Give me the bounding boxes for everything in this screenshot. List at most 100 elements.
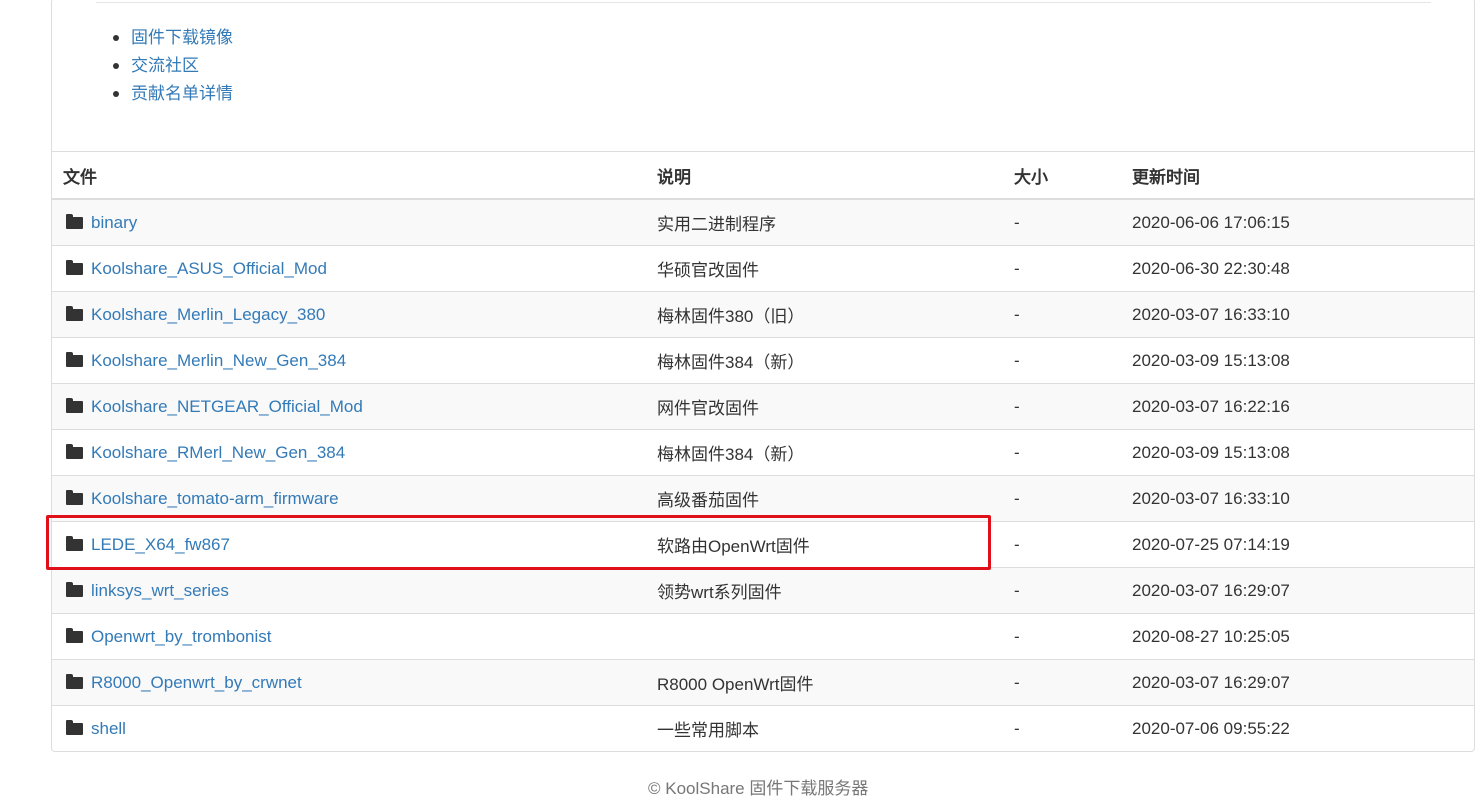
file-cell: shell bbox=[52, 705, 646, 751]
link-contributors[interactable]: 贡献名单详情 bbox=[131, 84, 233, 103]
description-cell bbox=[646, 613, 1003, 660]
file-cell: Koolshare_Merlin_Legacy_380 bbox=[52, 291, 646, 338]
description-cell: 领势wrt系列固件 bbox=[646, 567, 1003, 614]
file-cell: Koolshare_Merlin_New_Gen_384 bbox=[52, 337, 646, 384]
file-link[interactable]: linksys_wrt_series bbox=[91, 581, 229, 600]
folder-icon bbox=[66, 443, 83, 459]
header-size[interactable]: 大小 bbox=[1003, 151, 1121, 200]
size-cell: - bbox=[1003, 429, 1121, 476]
file-link[interactable]: binary bbox=[91, 213, 137, 232]
file-cell: LEDE_X64_fw867 bbox=[52, 521, 646, 568]
divider bbox=[96, 2, 1431, 3]
file-cell: R8000_Openwrt_by_crwnet bbox=[52, 659, 646, 706]
file-cell: Koolshare_NETGEAR_Official_Mod bbox=[52, 383, 646, 430]
updated-cell: 2020-06-30 22:30:48 bbox=[1121, 245, 1474, 292]
folder-icon bbox=[66, 397, 83, 413]
folder-icon bbox=[66, 305, 83, 321]
file-link[interactable]: LEDE_X64_fw867 bbox=[91, 535, 230, 554]
folder-icon bbox=[66, 213, 83, 229]
file-link[interactable]: Koolshare_NETGEAR_Official_Mod bbox=[91, 397, 363, 416]
description-cell: 高级番茄固件 bbox=[646, 475, 1003, 522]
folder-icon bbox=[66, 351, 83, 367]
file-cell: Koolshare_tomato-arm_firmware bbox=[52, 475, 646, 522]
file-link[interactable]: Koolshare_Merlin_New_Gen_384 bbox=[91, 351, 346, 370]
bullet-icon bbox=[113, 63, 119, 69]
updated-cell: 2020-06-06 17:06:15 bbox=[1121, 198, 1474, 246]
file-table: 文件 说明 大小 更新时间 binary 实用二进制程序 -2020-06-06 1… bbox=[52, 151, 1474, 751]
description-cell: 华硕官改固件 bbox=[646, 245, 1003, 292]
bullet-icon bbox=[113, 35, 119, 41]
updated-cell: 2020-03-07 16:33:10 bbox=[1121, 475, 1474, 522]
size-cell: - bbox=[1003, 705, 1121, 751]
header-updated[interactable]: 更新时间 bbox=[1121, 151, 1474, 200]
updated-cell: 2020-03-09 15:13:08 bbox=[1121, 429, 1474, 476]
header-description[interactable]: 说明 bbox=[646, 151, 1003, 200]
description-cell: R8000 OpenWrt固件 bbox=[646, 659, 1003, 706]
folder-icon bbox=[66, 581, 83, 597]
file-link[interactable]: shell bbox=[91, 719, 126, 738]
file-cell: linksys_wrt_series bbox=[52, 567, 646, 614]
folder-icon bbox=[66, 259, 83, 275]
table-row: Koolshare_RMerl_New_Gen_384 梅林固件384（新） -20… bbox=[52, 429, 1474, 476]
file-link[interactable]: Koolshare_Merlin_Legacy_380 bbox=[91, 305, 325, 324]
updated-cell: 2020-07-25 07:14:19 bbox=[1121, 521, 1474, 568]
size-cell: - bbox=[1003, 521, 1121, 568]
description-cell: 梅林固件380（旧） bbox=[646, 291, 1003, 338]
description-cell: 网件官改固件 bbox=[646, 383, 1003, 430]
updated-cell: 2020-03-07 16:29:07 bbox=[1121, 659, 1474, 706]
table-row: Koolshare_NETGEAR_Official_Mod 网件官改固件 -202… bbox=[52, 383, 1474, 430]
size-cell: - bbox=[1003, 613, 1121, 660]
file-link[interactable]: R8000_Openwrt_by_crwnet bbox=[91, 673, 302, 692]
folder-icon bbox=[66, 489, 83, 505]
file-link[interactable]: Koolshare_tomato-arm_firmware bbox=[91, 489, 339, 508]
file-link[interactable]: Openwrt_by_trombonist bbox=[91, 627, 271, 646]
footer-text: © KoolShare 固件下载服务器 bbox=[648, 779, 869, 798]
table-row: LEDE_X64_fw867 软路由OpenWrt固件 -2020-07-25 07… bbox=[52, 521, 1474, 568]
updated-cell: 2020-03-07 16:33:10 bbox=[1121, 291, 1474, 338]
size-cell: - bbox=[1003, 659, 1121, 706]
table-row: Openwrt_by_trombonist -2020-08-27 10:25:0… bbox=[52, 613, 1474, 660]
size-cell: - bbox=[1003, 198, 1121, 246]
description-cell: 实用二进制程序 bbox=[646, 198, 1003, 246]
folder-icon bbox=[66, 627, 83, 643]
table-row: R8000_Openwrt_by_crwnet R8000 OpenWrt固件 -2… bbox=[52, 659, 1474, 706]
updated-cell: 2020-03-07 16:29:07 bbox=[1121, 567, 1474, 614]
table-row: binary 实用二进制程序 -2020-06-06 17:06:15 bbox=[52, 198, 1474, 246]
updated-cell: 2020-08-27 10:25:05 bbox=[1121, 613, 1474, 660]
updated-cell: 2020-07-06 09:55:22 bbox=[1121, 705, 1474, 751]
list-item: 交流社区 bbox=[113, 52, 233, 80]
size-cell: - bbox=[1003, 567, 1121, 614]
file-cell: Openwrt_by_trombonist bbox=[52, 613, 646, 660]
table-row: Koolshare_Merlin_New_Gen_384 梅林固件384（新） -2… bbox=[52, 337, 1474, 384]
size-cell: - bbox=[1003, 245, 1121, 292]
folder-icon bbox=[66, 719, 83, 735]
file-cell: Koolshare_ASUS_Official_Mod bbox=[52, 245, 646, 292]
updated-cell: 2020-03-07 16:22:16 bbox=[1121, 383, 1474, 430]
table-row: linksys_wrt_series 领势wrt系列固件 -2020-03-07 1… bbox=[52, 567, 1474, 614]
header-file[interactable]: 文件 bbox=[52, 151, 646, 200]
table-header-row: 文件 说明 大小 更新时间 bbox=[52, 151, 1474, 200]
list-item: 固件下载镜像 bbox=[113, 24, 233, 52]
nav-link-list: 固件下载镜像 交流社区 贡献名单详情 bbox=[113, 24, 233, 108]
link-community[interactable]: 交流社区 bbox=[131, 56, 199, 75]
size-cell: - bbox=[1003, 291, 1121, 338]
description-cell: 一些常用脚本 bbox=[646, 705, 1003, 751]
file-link[interactable]: Koolshare_RMerl_New_Gen_384 bbox=[91, 443, 345, 462]
file-cell: Koolshare_RMerl_New_Gen_384 bbox=[52, 429, 646, 476]
table-row: Koolshare_ASUS_Official_Mod 华硕官改固件 -2020-0… bbox=[52, 245, 1474, 292]
link-firmware-mirror[interactable]: 固件下载镜像 bbox=[131, 28, 233, 47]
table-row: shell 一些常用脚本 -2020-07-06 09:55:22 bbox=[52, 705, 1474, 751]
size-cell: - bbox=[1003, 383, 1121, 430]
table-row: Koolshare_Merlin_Legacy_380 梅林固件380（旧） -20… bbox=[52, 291, 1474, 338]
size-cell: - bbox=[1003, 475, 1121, 522]
folder-icon bbox=[66, 535, 83, 551]
size-cell: - bbox=[1003, 337, 1121, 384]
description-cell: 梅林固件384（新） bbox=[646, 337, 1003, 384]
folder-icon bbox=[66, 673, 83, 689]
table-row: Koolshare_tomato-arm_firmware 高级番茄固件 -2020… bbox=[52, 475, 1474, 522]
list-item: 贡献名单详情 bbox=[113, 80, 233, 108]
updated-cell: 2020-03-09 15:13:08 bbox=[1121, 337, 1474, 384]
file-link[interactable]: Koolshare_ASUS_Official_Mod bbox=[91, 259, 327, 278]
description-cell: 梅林固件384（新） bbox=[646, 429, 1003, 476]
bullet-icon bbox=[113, 91, 119, 97]
